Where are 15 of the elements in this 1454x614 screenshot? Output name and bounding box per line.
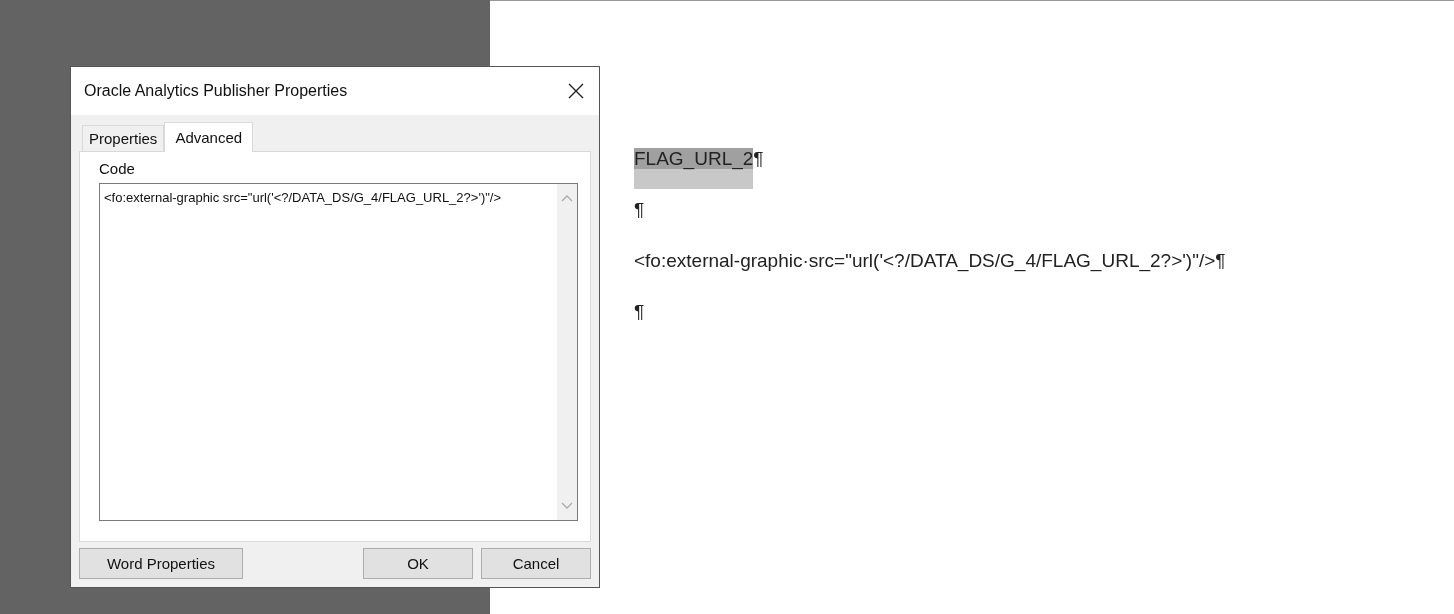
code-label: Code bbox=[99, 160, 136, 177]
dialog-button[interactable]: OK bbox=[363, 548, 473, 579]
paragraph-mark: ¶ bbox=[1215, 250, 1226, 271]
close-icon[interactable] bbox=[567, 82, 585, 100]
paragraph-mark: ¶ bbox=[634, 301, 645, 322]
code-field[interactable]: <fo:external-graphic src="url('<?/DATA_DS/G_4/FLAG_URL_2?>')"/> bbox=[99, 183, 578, 521]
tab[interactable]: Advanced bbox=[164, 122, 254, 152]
word-properties-button[interactable]: Word Properties bbox=[79, 548, 243, 579]
scrollbar[interactable] bbox=[557, 184, 577, 520]
paragraph-mark: ¶ bbox=[634, 199, 645, 220]
tab[interactable]: Properties bbox=[82, 125, 165, 151]
window-title: Oracle Analytics Publisher Properties bbox=[84, 82, 348, 100]
paragraph-mark: ¶ bbox=[753, 148, 764, 169]
paragraph-text: <fo:external-graphic·src="url('<?/DATA_DS/G_4/FLAG_URL_2?>')"/> bbox=[634, 250, 1216, 271]
dialog-button[interactable]: Cancel bbox=[481, 548, 591, 579]
